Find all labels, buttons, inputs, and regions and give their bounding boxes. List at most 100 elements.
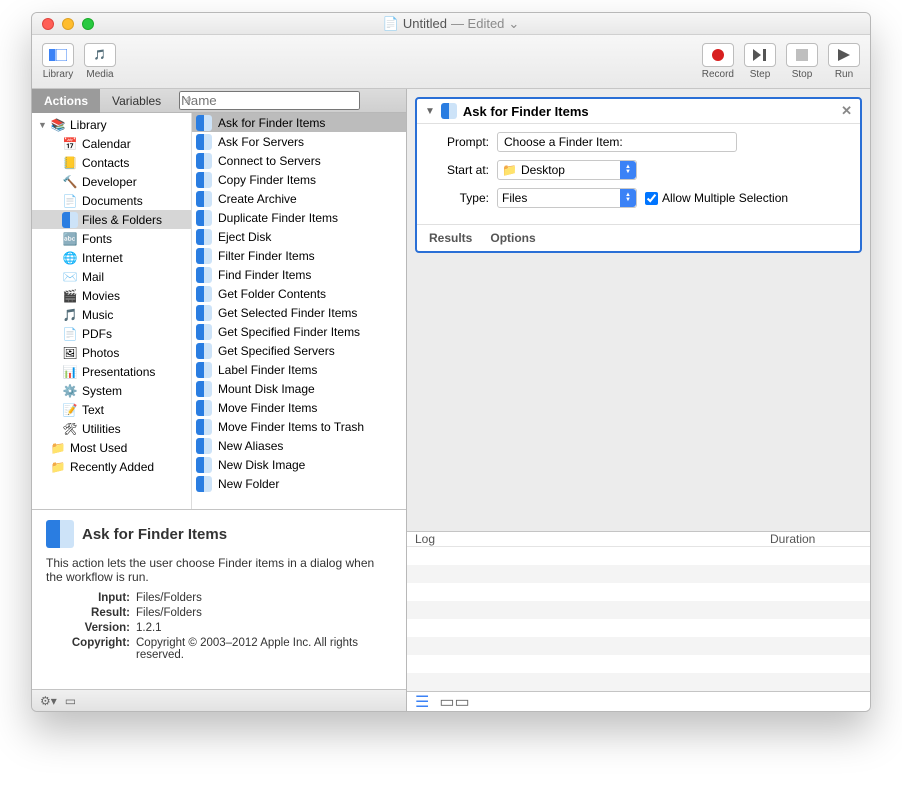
action-item[interactable]: Ask For Servers (192, 132, 406, 151)
tree-item-system[interactable]: ⚙️System (32, 381, 191, 400)
category-icon: 🎵 (62, 307, 78, 323)
tree-item-documents[interactable]: 📄Documents (32, 191, 191, 210)
category-icon: 📊 (62, 364, 78, 380)
toggle-description-icon[interactable]: ▭ (65, 694, 76, 708)
library-tree[interactable]: ▼📚Library📅Calendar📒Contacts🔨Developer📄Do… (32, 113, 192, 509)
tree-item-developer[interactable]: 🔨Developer (32, 172, 191, 191)
action-item[interactable]: Copy Finder Items (192, 170, 406, 189)
action-item[interactable]: Find Finder Items (192, 265, 406, 284)
list-view-icon[interactable]: ☰ (415, 692, 429, 712)
run-button[interactable]: Run (828, 43, 860, 80)
tree-item-music[interactable]: 🎵Music (32, 305, 191, 324)
title-dropdown-icon[interactable]: ⌄ (508, 16, 519, 32)
titlebar: 📄 Untitled — Edited ⌄ (32, 13, 870, 35)
tree-item-label: PDFs (82, 327, 112, 341)
workflow-canvas[interactable]: ▼ Ask for Finder Items ✕ Prompt: Start a… (407, 89, 870, 531)
action-item-label: New Disk Image (218, 458, 305, 472)
action-item[interactable]: Create Archive (192, 189, 406, 208)
action-footer: Results Options (417, 224, 860, 251)
finder-icon (196, 248, 212, 264)
category-icon: 🖼 (62, 345, 78, 361)
action-item[interactable]: New Disk Image (192, 455, 406, 474)
media-button[interactable]: 🎵 Media (84, 43, 116, 80)
type-select[interactable]: Files ▲▼ (497, 188, 637, 208)
disclosure-icon[interactable]: ▼ (425, 106, 435, 117)
action-item[interactable]: Filter Finder Items (192, 246, 406, 265)
start-at-select[interactable]: 📁 Desktop ▲▼ (497, 160, 637, 180)
tree-item-mail[interactable]: ✉️Mail (32, 267, 191, 286)
tab-options[interactable]: Options (490, 231, 535, 245)
tree-item-recently-added[interactable]: 📁Recently Added (32, 457, 191, 476)
tree-item-label: Most Used (70, 441, 127, 455)
tab-actions[interactable]: Actions (32, 89, 100, 113)
tab-variables[interactable]: Variables (100, 89, 173, 113)
flow-view-icon[interactable]: ▭▭ (439, 692, 469, 712)
tree-item-internet[interactable]: 🌐Internet (32, 248, 191, 267)
input-key: Input: (46, 592, 136, 604)
tree-item-text[interactable]: 📝Text (32, 400, 191, 419)
action-item-label: Filter Finder Items (218, 249, 315, 263)
finder-icon (196, 476, 212, 492)
duration-column[interactable]: Duration (770, 532, 870, 546)
action-item[interactable]: Move Finder Items (192, 398, 406, 417)
log-column[interactable]: Log (407, 532, 770, 546)
action-item[interactable]: Connect to Servers (192, 151, 406, 170)
action-item[interactable]: Mount Disk Image (192, 379, 406, 398)
library-label: Library (43, 69, 74, 80)
action-item[interactable]: Move Finder Items to Trash (192, 417, 406, 436)
tree-item-contacts[interactable]: 📒Contacts (32, 153, 191, 172)
finder-icon (196, 229, 212, 245)
search-input[interactable] (179, 91, 360, 110)
category-icon: 📁 (50, 440, 66, 456)
tree-item-label: Library (70, 118, 107, 132)
disclosure-icon[interactable]: ▼ (38, 120, 46, 130)
action-list[interactable]: Ask for Finder ItemsAsk For Servers Conne… (192, 113, 406, 509)
allow-multiple-checkbox[interactable]: Allow Multiple Selection (645, 191, 788, 205)
action-item[interactable]: Label Finder Items (192, 360, 406, 379)
action-item[interactable]: Get Selected Finder Items (192, 303, 406, 322)
edited-status: — Edited (451, 16, 504, 31)
tree-item-utilities[interactable]: 🛠Utilities (32, 419, 191, 438)
action-item[interactable]: Get Specified Finder Items (192, 322, 406, 341)
tree-item-presentations[interactable]: 📊Presentations (32, 362, 191, 381)
tree-item-most-used[interactable]: 📁 Most Used (32, 438, 191, 457)
start-at-value: Desktop (521, 163, 565, 177)
action-item-label: Get Specified Servers (218, 344, 335, 358)
action-item[interactable]: New Folder (192, 474, 406, 493)
tree-item-pdfs[interactable]: 📄PDFs (32, 324, 191, 343)
desktop-folder-icon: 📁 (502, 163, 517, 177)
action-item-label: Create Archive (218, 192, 297, 206)
tree-item-files-folders[interactable]: Files & Folders (32, 210, 191, 229)
finder-icon (196, 115, 212, 131)
window-title: 📄 Untitled — Edited ⌄ (32, 16, 870, 32)
tree-item-calendar[interactable]: 📅Calendar (32, 134, 191, 153)
log-row (407, 547, 870, 565)
action-item[interactable]: Eject Disk (192, 227, 406, 246)
close-action-button[interactable]: ✕ (841, 103, 852, 119)
input-value: Files/Folders (136, 592, 392, 604)
library-toggle-button[interactable]: Library (42, 43, 74, 80)
tree-item-fonts[interactable]: 🔤Fonts (32, 229, 191, 248)
action-item[interactable]: New Aliases (192, 436, 406, 455)
gear-icon[interactable]: ⚙︎▾ (40, 694, 57, 708)
action-item-label: Get Folder Contents (218, 287, 326, 301)
allow-multiple-input[interactable] (645, 192, 658, 205)
step-button[interactable]: Step (744, 43, 776, 80)
record-button[interactable]: Record (702, 43, 734, 80)
log-row (407, 601, 870, 619)
tree-item-movies[interactable]: 🎬Movies (32, 286, 191, 305)
action-item[interactable]: Get Specified Servers (192, 341, 406, 360)
automator-window: 📄 Untitled — Edited ⌄ Library 🎵 Media Re… (31, 12, 871, 712)
action-body: Prompt: Start at: 📁 Desktop ▲▼ (417, 124, 860, 224)
action-item[interactable]: Duplicate Finder Items (192, 208, 406, 227)
action-item-label: Copy Finder Items (218, 173, 316, 187)
tab-results[interactable]: Results (429, 231, 472, 245)
stop-button[interactable]: Stop (786, 43, 818, 80)
action-item-label: Connect to Servers (218, 154, 321, 168)
prompt-input[interactable] (497, 132, 737, 152)
tree-item-library[interactable]: ▼📚Library (32, 115, 191, 134)
action-item[interactable]: Get Folder Contents (192, 284, 406, 303)
tree-item-photos[interactable]: 🖼Photos (32, 343, 191, 362)
action-header[interactable]: ▼ Ask for Finder Items ✕ (417, 99, 860, 124)
action-item[interactable]: Ask for Finder Items (192, 113, 406, 132)
